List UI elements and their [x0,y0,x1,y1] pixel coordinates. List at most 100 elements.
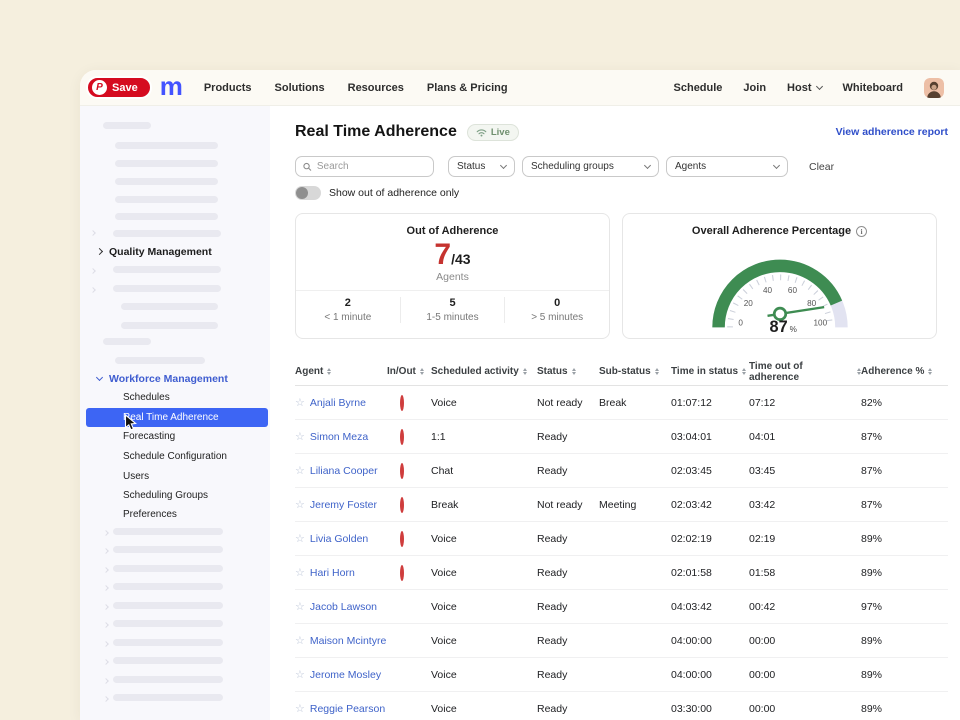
agent-link[interactable]: Hari Horn [310,567,355,579]
clear-filters-button[interactable]: Clear [809,161,834,173]
table-row: ☆Jeremy Foster Break Not ready Meeting 0… [295,488,948,522]
sidebar-item-forecasting[interactable]: Forecasting [86,427,268,446]
nav-item-products[interactable]: Products [204,82,252,94]
sidebar-skeleton-item [113,528,223,535]
bucket-over-5-minutes: 0 > 5 minutes [504,297,609,323]
agents-filter-label: Agents [675,161,706,172]
agent-link[interactable]: Liliana Cooper [310,465,378,477]
star-icon[interactable]: ☆ [295,566,305,579]
nav-item-whiteboard[interactable]: Whiteboard [843,82,904,94]
scheduling-groups-filter-dropdown[interactable]: Scheduling groups [522,156,659,177]
avatar[interactable] [924,78,944,98]
star-icon[interactable]: ☆ [295,702,305,715]
sidebar-skeleton-item [113,546,223,553]
nav-item-plans-pricing[interactable]: Plans & Pricing [427,82,508,94]
column-header-time-out-of-adherence[interactable]: Time out of adherence [749,361,861,383]
status-dot [400,395,404,411]
sidebar-item-quality-management[interactable]: Quality Management [86,242,268,261]
sidebar-item-preferences[interactable]: Preferences [86,505,268,524]
gauge-unit: % [789,325,796,334]
agent-link[interactable]: Livia Golden [310,533,368,545]
nav-item-join[interactable]: Join [743,82,766,94]
agent-link[interactable]: Simon Meza [310,431,368,443]
sidebar: Quality Management Workforce Management … [80,106,270,720]
column-header-time-in-status[interactable]: Time in status [671,366,749,377]
status-filter-dropdown[interactable]: Status [448,156,515,177]
chevron-icon [103,641,109,647]
sidebar-item-workforce-management[interactable]: Workforce Management [86,369,268,388]
agent-link[interactable]: Jerome Mosley [310,669,381,681]
column-header-status[interactable]: Status [537,366,599,377]
sidebar-skeleton-item [115,357,205,364]
sidebar-skeleton-item [115,196,218,203]
agent-link[interactable]: Jacob Lawson [310,601,377,613]
agent-link[interactable]: Anjali Byrne [310,397,366,409]
column-header-sub-status[interactable]: Sub-status [599,366,671,377]
nav-item-solutions[interactable]: Solutions [275,82,325,94]
brand-logo[interactable]: m [160,76,182,96]
chevron-icon [103,659,109,665]
status-cell: Ready [537,533,599,545]
time-out-cell: 04:01 [749,431,861,443]
column-header-inout[interactable]: In/Out [387,366,431,377]
column-header-adherence-pct[interactable]: Adherence % [861,366,948,377]
star-icon[interactable]: ☆ [295,396,305,409]
sort-icon [572,368,576,375]
sidebar-skeleton-item [113,694,223,701]
table-row: ☆Jerome Mosley Voice Ready 04:00:00 00:0… [295,658,948,692]
column-header-scheduled-activity[interactable]: Scheduled activity [431,366,537,377]
sidebar-item-schedules[interactable]: Schedules [86,388,268,407]
agent-link[interactable]: Maison Mcintyre [310,635,386,647]
nav-item-schedule[interactable]: Schedule [674,82,723,94]
toggle-label: Show out of adherence only [329,187,459,199]
scheduled-activity-cell: Voice [431,635,537,647]
time-out-cell: 02:19 [749,533,861,545]
scheduled-activity-cell: Voice [431,533,537,545]
scheduled-activity-cell: Break [431,499,537,511]
time-out-cell: 00:00 [749,669,861,681]
chevron-icon [103,548,109,554]
sidebar-item-real-time-adherence[interactable]: Real Time Adherence [86,408,268,427]
overall-adherence-card: Overall Adherence Percentage i 0 20 40 6… [622,213,937,339]
status-dot [400,463,404,479]
adherence-cell: 89% [861,703,948,715]
search-input[interactable] [317,161,426,172]
sidebar-item-schedule-configuration[interactable]: Schedule Configuration [86,447,268,466]
star-icon[interactable]: ☆ [295,532,305,545]
nav-item-host[interactable]: Host [787,82,821,94]
view-adherence-report-link[interactable]: View adherence report [836,126,948,138]
out-of-adherence-unit: Agents [296,271,609,283]
time-out-cell: 00:42 [749,601,861,613]
star-icon[interactable]: ☆ [295,498,305,511]
agents-filter-dropdown[interactable]: Agents [666,156,788,177]
scheduled-activity-cell: 1:1 [431,431,537,443]
out-of-adherence-toggle[interactable] [295,186,321,200]
column-header-agent[interactable]: Agent [295,366,387,377]
star-icon[interactable]: ☆ [295,430,305,443]
sidebar-item-users[interactable]: Users [86,467,268,486]
sidebar-item-scheduling-groups[interactable]: Scheduling Groups [86,486,268,505]
status-cell: Not ready [537,499,599,511]
agent-link[interactable]: Reggie Pearson [310,703,385,715]
pinterest-save-button[interactable]: P Save [86,76,152,99]
gauge-tick-40: 40 [762,286,772,295]
sub-status-cell: Break [599,397,671,409]
chevron-down-icon [96,373,103,380]
mouse-cursor-icon [124,414,137,437]
star-icon[interactable]: ☆ [295,464,305,477]
sub-status-cell: Meeting [599,499,671,511]
time-in-status-cell: 03:04:01 [671,431,749,443]
info-icon[interactable]: i [856,226,867,237]
star-icon[interactable]: ☆ [295,634,305,647]
star-icon[interactable]: ☆ [295,668,305,681]
chevron-down-icon [500,161,507,168]
chevron-right-icon [96,248,103,255]
nav-item-resources[interactable]: Resources [348,82,404,94]
bucket-under-1-minute: 2 < 1 minute [296,297,400,323]
status-dot [400,429,404,445]
scheduled-activity-cell: Chat [431,465,537,477]
star-icon[interactable]: ☆ [295,600,305,613]
status-cell: Ready [537,703,599,715]
sidebar-skeleton-item [113,285,221,292]
agent-link[interactable]: Jeremy Foster [310,499,377,511]
